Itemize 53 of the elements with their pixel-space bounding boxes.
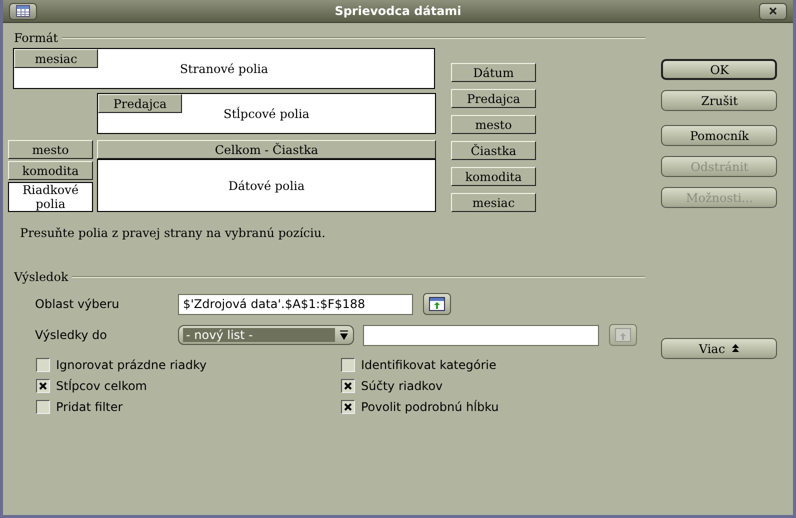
field-button[interactable]: Dátum: [451, 63, 536, 82]
hint-text: Presuňte polia z pravej strany na vybranú pozíciu.: [20, 226, 326, 240]
cross-icon: [344, 403, 352, 411]
page-fields-area[interactable]: mesiac Stranové polia: [13, 48, 435, 89]
section-title: Formát: [14, 31, 58, 45]
option-checkbox[interactable]: Pridat filter: [36, 400, 341, 414]
dialog-button[interactable]: OK: [661, 59, 778, 80]
range-input[interactable]: $'Zdrojová data'.$A$1:$F$188: [178, 294, 413, 314]
section-title: Výsledok: [14, 270, 68, 284]
close-icon: [769, 7, 777, 15]
checkbox[interactable]: [36, 400, 50, 414]
destination-input[interactable]: [363, 324, 599, 346]
option-checkbox[interactable]: Ignorovat prázdne riadky: [36, 358, 341, 372]
shrink-button[interactable]: [423, 293, 451, 315]
spreadsheet-icon: [16, 5, 30, 17]
dialog-button[interactable]: Zrušit: [661, 90, 778, 111]
option-checkbox[interactable]: Súčty riadkov: [341, 379, 646, 393]
option-checkbox[interactable]: Identifikovat kategórie: [341, 358, 646, 372]
caret-up-icon: [731, 344, 740, 353]
checkbox[interactable]: [36, 358, 50, 372]
column-fields-area[interactable]: Predajca Stĺpcové polia: [97, 93, 436, 134]
window-menu-button[interactable]: [9, 2, 37, 20]
more-button[interactable]: Viac: [661, 338, 778, 359]
option-checkbox[interactable]: Povolit podrobnú hĺbku: [341, 400, 646, 414]
area-label: Dátové polia: [228, 178, 305, 192]
field-button[interactable]: mesto: [451, 115, 536, 134]
field-button[interactable]: komodita: [8, 161, 93, 180]
option-checkbox[interactable]: Stĺpcov celkom: [36, 379, 341, 393]
row-fields-area[interactable]: Riadkové polia: [8, 182, 93, 212]
field-label: Výsledky do: [35, 328, 108, 342]
field-button[interactable]: mesiac: [14, 49, 98, 68]
field-button[interactable]: mesiac: [451, 193, 536, 212]
field-button[interactable]: Čiastka: [451, 141, 536, 160]
window-title: Sprievodca dátami: [334, 4, 462, 18]
field-button[interactable]: komodita: [451, 167, 536, 186]
area-label: Stĺpcové polia: [224, 106, 310, 120]
field-button[interactable]: Predajca: [451, 89, 536, 108]
field-button[interactable]: Predajca: [98, 94, 182, 113]
checkbox[interactable]: [341, 379, 355, 393]
dropdown-arrow-icon: [339, 330, 349, 340]
checkbox[interactable]: [341, 358, 355, 372]
area-label: Stranové polia: [180, 62, 268, 76]
cross-icon: [39, 382, 47, 390]
field-button[interactable]: mesto: [8, 140, 93, 159]
destination-dropdown[interactable]: - nový list -: [178, 325, 354, 345]
checkbox[interactable]: [341, 400, 355, 414]
dialog-button[interactable]: Pomocník: [661, 125, 778, 146]
cross-icon: [344, 382, 352, 390]
field-label: Oblast výberu: [35, 297, 120, 311]
checkbox[interactable]: [36, 379, 50, 393]
field-button[interactable]: Celkom - Čiastka: [97, 140, 436, 159]
data-fields-area[interactable]: Dátové polia: [97, 159, 436, 212]
close-button[interactable]: [759, 2, 787, 20]
